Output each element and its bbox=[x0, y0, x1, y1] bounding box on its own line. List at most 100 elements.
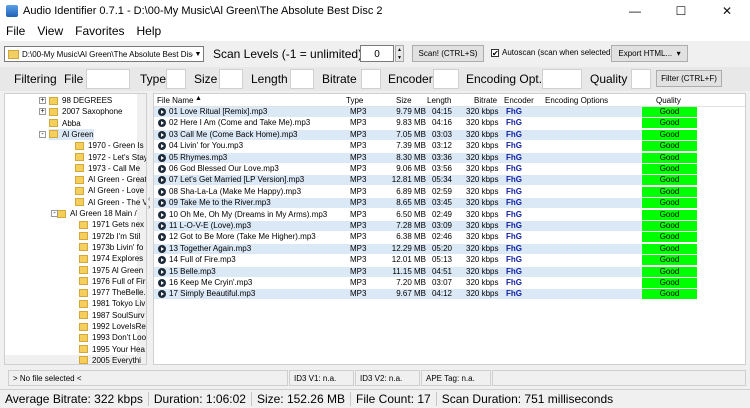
scan-levels-spinner[interactable]: ▲ ▼ bbox=[395, 45, 404, 62]
menu-help[interactable]: Help bbox=[131, 24, 168, 38]
col-quality[interactable]: Quality bbox=[656, 96, 681, 105]
col-length[interactable]: Length bbox=[427, 96, 451, 105]
table-row[interactable]: 08 Sha-La-La (Make Me Happy).mp3 MP3 6.89 … bbox=[154, 186, 745, 197]
tree-node[interactable]: Al Green bbox=[49, 128, 94, 140]
autoscan-checkbox[interactable]: ✔ bbox=[491, 48, 499, 57]
play-icon[interactable] bbox=[158, 187, 166, 196]
table-row[interactable]: 02 Here I Am (Come and Take Me).mp3 MP3 9.… bbox=[154, 118, 745, 129]
ape-tag-status: APE Tag: n.a. bbox=[421, 370, 491, 386]
tree-node[interactable]: 1976 Full of Fir bbox=[79, 276, 145, 287]
table-row[interactable]: 09 Take Me to the River.mp3 MP3 8.65 MB 03:… bbox=[154, 198, 745, 209]
table-row[interactable]: 15 Belle.mp3 MP3 11.15 MB 04:51 320 kbps FhG G… bbox=[154, 266, 745, 277]
table-row[interactable]: 07 Let's Get Married [LP Version].mp3 MP3… bbox=[154, 175, 745, 186]
tree-node[interactable]: 1970 - Green Is Bl bbox=[75, 140, 146, 151]
table-row[interactable]: 05 Rhymes.mp3 MP3 8.30 MB 03:36 320 kbps FhG G… bbox=[154, 152, 745, 163]
play-icon[interactable] bbox=[158, 130, 166, 139]
folder-icon bbox=[49, 107, 58, 116]
filter-type-input[interactable] bbox=[166, 69, 186, 89]
tree-node[interactable]: Al Green - Love & bbox=[75, 185, 146, 196]
tree-node[interactable]: 2007 Saxophone bbox=[49, 106, 123, 117]
scan-button[interactable]: Scan! (CTRL+S) bbox=[412, 45, 484, 62]
autoscan-option[interactable]: ✔ Autoscan (scan when selected) bbox=[491, 48, 613, 57]
filter-quality-input[interactable] bbox=[631, 69, 651, 89]
menu-favorites[interactable]: Favorites bbox=[69, 24, 130, 38]
tree-node[interactable]: 1992 LoveIsRe bbox=[79, 321, 146, 332]
table-row[interactable]: 06 God Blessed Our Love.mp3 MP3 9.06 MB 03:… bbox=[154, 164, 745, 174]
play-icon[interactable] bbox=[158, 153, 166, 162]
play-icon[interactable] bbox=[158, 233, 166, 242]
filter-length-input[interactable] bbox=[290, 69, 314, 89]
col-encoding-options[interactable]: Encoding Options bbox=[545, 96, 608, 105]
play-icon[interactable] bbox=[158, 119, 166, 128]
tree-node[interactable]: 2005 Everythi bbox=[79, 355, 141, 364]
tree-node[interactable]: 1974 Explores bbox=[79, 253, 143, 264]
folder-tree[interactable]: 98 DEGREES +2007 Saxophone + Abba Al Green - 1… bbox=[4, 93, 147, 365]
play-icon[interactable] bbox=[158, 244, 166, 253]
tree-node[interactable]: 1973 - Call Me bbox=[75, 163, 140, 174]
tree-node[interactable]: 1971 Gets nex bbox=[79, 219, 144, 230]
table-row[interactable]: 11 L-O-V-E (Love).mp3 MP3 7.28 MB 03:09 320 … bbox=[154, 221, 745, 231]
tree-node[interactable]: 1973b Livin' fo bbox=[79, 242, 143, 253]
tree-node[interactable]: 1981 Tokyo Liv bbox=[79, 298, 145, 309]
chevron-down-icon[interactable]: ▼ bbox=[193, 51, 203, 58]
play-icon[interactable] bbox=[158, 108, 166, 116]
collapse-icon[interactable]: - bbox=[39, 130, 46, 138]
col-size[interactable]: Size bbox=[396, 96, 412, 105]
export-html-button[interactable]: Export HTML... ▾ bbox=[611, 45, 688, 62]
menu-file[interactable]: File bbox=[0, 24, 31, 38]
filter-file-input[interactable] bbox=[86, 69, 130, 89]
filter-size-input[interactable] bbox=[219, 69, 243, 89]
tree-node[interactable]: 1977 TheBelle. bbox=[79, 287, 146, 298]
col-bitrate[interactable]: Bitrate bbox=[474, 96, 497, 105]
col-type[interactable]: Type bbox=[346, 96, 363, 105]
collapse-icon[interactable]: - bbox=[51, 210, 58, 217]
close-button[interactable]: ✕ bbox=[704, 0, 750, 21]
table-row[interactable]: 14 Full of Fire.mp3 MP3 12.01 MB 05:13 320 k… bbox=[154, 255, 745, 266]
play-icon[interactable] bbox=[158, 222, 166, 230]
col-encoder[interactable]: Encoder bbox=[504, 96, 534, 105]
col-file-name[interactable]: File Name bbox=[157, 96, 193, 105]
table-row[interactable]: 03 Call Me (Come Back Home).mp3 MP3 7.05 M… bbox=[154, 129, 745, 140]
quality-cell: Good bbox=[642, 209, 697, 220]
encoder-cell: FhG bbox=[506, 266, 522, 276]
filter-encoding-opt-input[interactable] bbox=[542, 69, 582, 89]
play-icon[interactable] bbox=[158, 267, 166, 276]
path-combobox[interactable]: D:\00-My Music\Al Green\The Absolute Bes… bbox=[4, 46, 204, 62]
table-row[interactable]: 10 Oh Me, Oh My (Dreams in My Arms).mp3 M… bbox=[154, 209, 745, 220]
play-icon[interactable] bbox=[158, 279, 166, 287]
folder-icon bbox=[79, 356, 88, 364]
filter-encoder-input[interactable] bbox=[433, 69, 459, 89]
expand-icon[interactable]: + bbox=[39, 97, 46, 104]
table-row[interactable]: 01 Love Ritual [Remix].mp3 MP3 9.79 MB 04:1… bbox=[154, 107, 745, 117]
play-icon[interactable] bbox=[158, 142, 166, 151]
file-list[interactable]: File Name ▲ Type Size Length Bitrate Enc… bbox=[153, 93, 746, 365]
tree-node[interactable]: Al Green 18 Main / bbox=[57, 208, 137, 219]
filter-button[interactable]: Filter (CTRL+F) bbox=[656, 70, 722, 87]
quality-cell: Good bbox=[642, 186, 697, 197]
tree-node[interactable]: 1975 Al Green bbox=[79, 265, 143, 276]
scan-levels-input[interactable]: 0 bbox=[360, 45, 394, 62]
file-name-cell: 03 Call Me (Come Back Home).mp3 bbox=[169, 129, 298, 139]
tree-node[interactable]: 1993 Don't Loo bbox=[79, 332, 146, 343]
table-row[interactable]: 17 Simply Beautiful.mp3 MP3 9.67 MB 04:12 32… bbox=[154, 289, 745, 300]
play-icon[interactable] bbox=[158, 210, 166, 219]
play-icon[interactable] bbox=[158, 256, 166, 265]
minimize-button[interactable]: — bbox=[612, 0, 658, 21]
menu-view[interactable]: View bbox=[31, 24, 69, 38]
tree-node[interactable]: 1995 Your Hea bbox=[79, 344, 145, 355]
tree-node[interactable]: Al Green - The Ver bbox=[75, 197, 146, 208]
tree-node[interactable]: Al Green - Greates bbox=[75, 174, 146, 185]
expand-icon[interactable]: + bbox=[39, 108, 46, 116]
table-row[interactable]: 16 Keep Me Cryin'.mp3 MP3 7.20 MB 03:07 320 … bbox=[154, 278, 745, 288]
filter-bitrate-input[interactable] bbox=[361, 69, 381, 89]
table-row[interactable]: 04 Livin' for You.mp3 MP3 7.39 MB 03:12 320 … bbox=[154, 141, 745, 152]
tree-node[interactable]: 1987 SoulSurv bbox=[79, 310, 144, 321]
play-icon[interactable] bbox=[158, 165, 166, 173]
table-row[interactable]: 12 Got to Be More (Take Me Higher).mp3 MP… bbox=[154, 232, 745, 243]
maximize-button[interactable]: ☐ bbox=[658, 0, 704, 21]
tree-node[interactable]: 98 DEGREES bbox=[49, 95, 112, 106]
tree-node[interactable]: Abba bbox=[49, 118, 81, 129]
tree-node[interactable]: 1972 - Let's Stay T bbox=[75, 152, 146, 163]
tree-node[interactable]: 1972b I'm Stil bbox=[79, 231, 140, 242]
table-row[interactable]: 13 Together Again.mp3 MP3 12.29 MB 05:20 320… bbox=[154, 243, 745, 254]
